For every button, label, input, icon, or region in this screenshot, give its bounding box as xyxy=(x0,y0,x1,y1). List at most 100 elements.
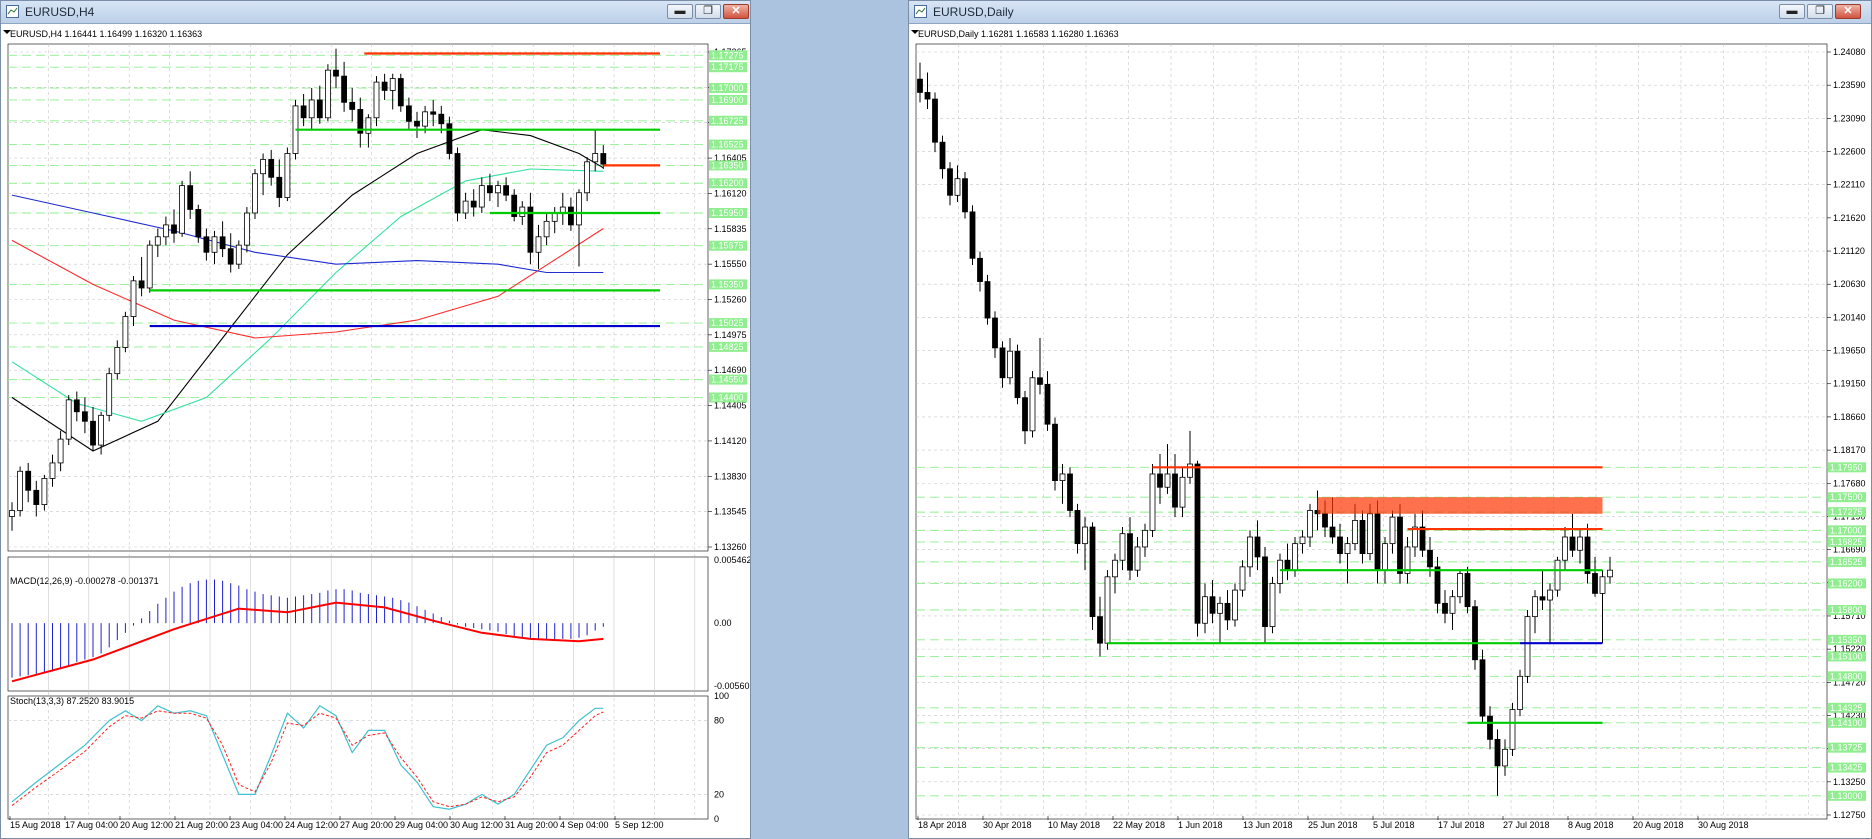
candle-body[interactable] xyxy=(260,159,267,175)
candle-body[interactable] xyxy=(543,220,550,238)
candle-body[interactable] xyxy=(1149,473,1156,531)
candle-body[interactable] xyxy=(962,178,968,213)
candle-body[interactable] xyxy=(203,236,210,253)
candle-body[interactable] xyxy=(162,224,169,238)
candle-body[interactable] xyxy=(969,211,976,259)
candle-body[interactable] xyxy=(73,399,80,413)
candle-body[interactable] xyxy=(1607,569,1613,578)
candle-body[interactable] xyxy=(333,69,339,77)
candle-body[interactable] xyxy=(1517,675,1523,710)
candle-body[interactable] xyxy=(373,81,380,119)
h4-chart-area[interactable]: EURUSD,H4 1.16441 1.16499 1.16320 1.1636… xyxy=(2,24,750,838)
candle-body[interactable] xyxy=(1539,596,1546,601)
candle-body[interactable] xyxy=(1487,715,1493,740)
candle-body[interactable] xyxy=(57,438,64,464)
candle-body[interactable] xyxy=(1359,520,1366,554)
candle-body[interactable] xyxy=(405,105,412,122)
candle-body[interactable] xyxy=(1007,350,1013,379)
candle-body[interactable] xyxy=(1329,526,1336,538)
candle-body[interactable] xyxy=(1472,606,1478,661)
candle-body[interactable] xyxy=(138,280,145,289)
candle-body[interactable] xyxy=(470,200,477,208)
candle-body[interactable] xyxy=(1532,596,1538,618)
candle-body[interactable] xyxy=(1202,596,1208,624)
candle-body[interactable] xyxy=(1449,596,1456,614)
candle-body[interactable] xyxy=(992,317,998,349)
chart-window-h4[interactable]: EURUSD,H4 ▬ ❐ ✕ EURUSD,H4 1.16441 1.1649… xyxy=(0,0,751,839)
candle-body[interactable] xyxy=(381,81,388,91)
candle-body[interactable] xyxy=(1074,510,1081,545)
restore-button[interactable]: ❐ xyxy=(695,4,721,19)
candle-body[interactable] xyxy=(25,470,32,491)
candle-body[interactable] xyxy=(954,178,961,196)
candle-body[interactable] xyxy=(454,153,461,214)
restore-button[interactable]: ❐ xyxy=(1807,4,1833,19)
candle-body[interactable] xyxy=(1344,543,1351,554)
candle-body[interactable] xyxy=(1067,473,1073,511)
candle-body[interactable] xyxy=(114,347,121,375)
candle-body[interactable] xyxy=(462,200,469,214)
candle-body[interactable] xyxy=(1577,536,1583,551)
candle-body[interactable] xyxy=(1059,473,1066,482)
candle-body[interactable] xyxy=(939,141,946,170)
candle-body[interactable] xyxy=(1134,546,1141,571)
candle-body[interactable] xyxy=(1352,520,1358,545)
candle-body[interactable] xyxy=(1224,602,1231,621)
close-button[interactable]: ✕ xyxy=(1835,4,1861,19)
candle-body[interactable] xyxy=(235,244,242,265)
candle-body[interactable] xyxy=(584,161,590,194)
candle-body[interactable] xyxy=(1022,397,1028,432)
candle-body[interactable] xyxy=(1367,513,1373,554)
candle-body[interactable] xyxy=(1052,423,1058,482)
candle-body[interactable] xyxy=(1097,616,1103,644)
candle-body[interactable] xyxy=(9,510,15,517)
candle-body[interactable] xyxy=(1284,559,1291,571)
candle-body[interactable] xyxy=(1029,377,1036,432)
candle-body[interactable] xyxy=(146,244,153,289)
candle-body[interactable] xyxy=(300,105,307,119)
window-title-bar[interactable]: EURUSD,Daily ▬ ❐ ✕ xyxy=(909,1,1871,24)
candle-body[interactable] xyxy=(519,206,526,217)
candle-body[interactable] xyxy=(65,399,72,440)
candle-body[interactable] xyxy=(551,212,558,222)
candle-body[interactable] xyxy=(1239,566,1246,591)
candle-body[interactable] xyxy=(1374,513,1381,571)
candle-body[interactable] xyxy=(1157,473,1163,488)
candle-body[interactable] xyxy=(1307,510,1313,538)
candle-body[interactable] xyxy=(1247,536,1253,568)
candle-body[interactable] xyxy=(1524,616,1531,677)
candle-body[interactable] xyxy=(227,248,234,265)
candle-body[interactable] xyxy=(1262,556,1268,627)
candle-body[interactable] xyxy=(276,176,283,198)
candle-body[interactable] xyxy=(1014,350,1021,399)
candle-body[interactable] xyxy=(41,478,48,505)
candle-body[interactable] xyxy=(397,78,404,107)
candle-body[interactable] xyxy=(1254,536,1261,558)
candle-body[interactable] xyxy=(535,236,542,253)
candle-body[interactable] xyxy=(1104,576,1111,644)
candle-body[interactable] xyxy=(252,173,258,214)
candle-body[interactable] xyxy=(171,224,177,234)
candle-body[interactable] xyxy=(324,69,331,119)
candle-body[interactable] xyxy=(1082,526,1088,545)
candle-body[interactable] xyxy=(1599,576,1606,594)
candle-body[interactable] xyxy=(1217,602,1223,614)
candle-body[interactable] xyxy=(1299,536,1306,545)
candle-body[interactable] xyxy=(1427,549,1433,568)
candle-body[interactable] xyxy=(1554,559,1561,591)
candle-body[interactable] xyxy=(568,206,574,226)
candle-body[interactable] xyxy=(1232,589,1238,621)
candle-body[interactable] xyxy=(98,414,104,446)
candle-body[interactable] xyxy=(984,281,991,319)
candle-body[interactable] xyxy=(1434,566,1441,604)
candle-body[interactable] xyxy=(179,185,186,234)
candle-body[interactable] xyxy=(503,185,510,196)
candle-body[interactable] xyxy=(1442,602,1448,614)
candle-body[interactable] xyxy=(1502,748,1508,767)
candle-body[interactable] xyxy=(1382,543,1388,571)
candle-body[interactable] xyxy=(446,123,453,154)
close-button[interactable]: ✕ xyxy=(723,4,749,19)
candle-body[interactable] xyxy=(1037,377,1043,385)
candle-body[interactable] xyxy=(600,153,607,165)
candle-body[interactable] xyxy=(924,92,931,100)
